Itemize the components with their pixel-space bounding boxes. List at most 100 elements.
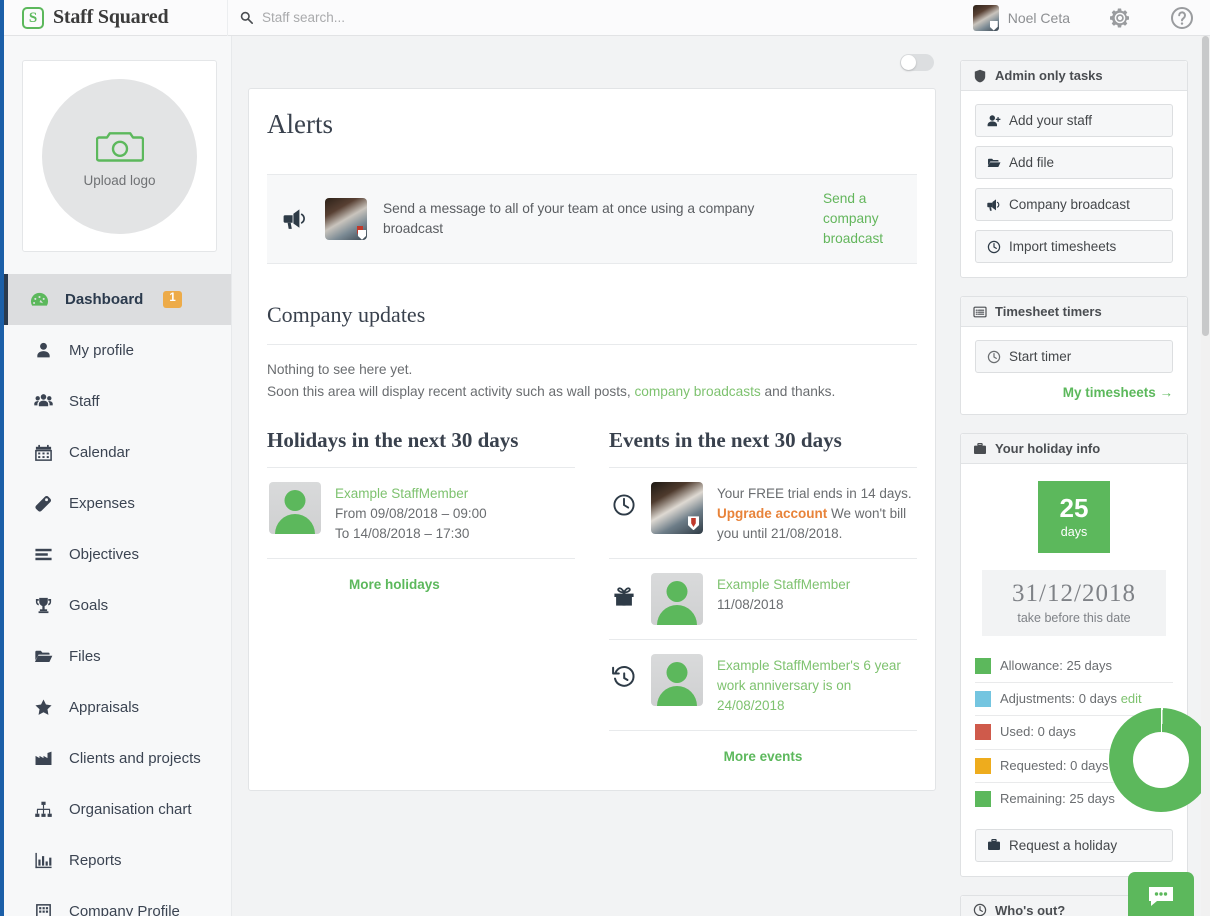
building-icon [34,902,53,916]
avatar [651,482,703,534]
more-holidays-link[interactable]: More holidays [267,558,575,596]
request-a-holiday-button[interactable]: Request a holiday [975,829,1173,862]
holiday-days-unit: days [1061,525,1087,539]
company-broadcasts-link[interactable]: company broadcasts [634,384,760,399]
add-your-staff-button[interactable]: Add your staff [975,104,1173,137]
event-item-text: Your FREE trial ends in 14 days. Upgrade… [717,482,915,544]
sidebar-item-calendar[interactable]: Calendar [4,427,231,478]
company-updates-title: Company updates [267,264,917,344]
add-file-button[interactable]: Add file [975,146,1173,179]
sidebar-item-files[interactable]: Files [4,631,231,682]
avatar [651,654,703,706]
legend-swatch [975,791,991,807]
top-bar: S Staff Squared Noel Ceta [0,0,1210,36]
star-icon [34,698,53,717]
dashboard-icon [30,290,49,309]
legend-swatch [975,658,991,674]
sidebar-item-my-profile[interactable]: My profile [4,325,231,376]
button-label: Company broadcast [1009,197,1130,212]
updates-line-1: Nothing to see here yet. [267,359,917,381]
receipt-icon [34,494,53,513]
scrollbar-thumb[interactable] [1202,36,1209,336]
alert-message: Send a message to all of your team at on… [383,199,807,239]
more-events-link[interactable]: More events [609,730,917,768]
sidebar-item-label: Company Profile [69,903,180,916]
dashboard-panel: Alerts Send a message to all of your tea… [248,88,936,791]
sidebar-item-label: Dashboard [65,291,143,308]
holidays-column: Holidays in the next 30 days Example Sta… [267,412,575,768]
import-timesheets-button[interactable]: Import timesheets [975,230,1173,263]
admin-only-tasks-body: Add your staff Add file Company broadcas… [961,91,1187,277]
main-content: Alerts Send a message to all of your tea… [232,36,952,916]
company-updates-body: Nothing to see here yet. Soon this area … [267,344,917,403]
my-timesheets-link[interactable]: My timesheets → [975,385,1173,400]
gear-icon[interactable] [1108,6,1132,30]
brand-logo[interactable]: S Staff Squared [0,0,228,36]
admin-only-tasks-header: Admin only tasks [961,61,1187,91]
sidebar-item-label: Appraisals [69,699,139,716]
sidebar-item-staff[interactable]: Staff [4,376,231,427]
sidebar-item-reports[interactable]: Reports [4,835,231,886]
start-timer-button[interactable]: Start timer [975,340,1173,373]
holidays-title: Holidays in the next 30 days [267,412,575,467]
card-title: Your holiday info [995,441,1100,456]
button-label: Add your staff [1009,113,1092,128]
holiday-to: To 14/08/2018 – 17:30 [335,526,469,541]
bar-chart-icon [34,851,53,870]
upgrade-account-link[interactable]: Upgrade account [717,506,827,521]
sidebar-item-expenses[interactable]: Expenses [4,478,231,529]
briefcase-icon [987,838,1001,852]
card-title: Timesheet timers [995,304,1102,319]
event-date: 11/08/2018 [717,597,784,612]
avatar [973,5,999,31]
browser-edge-stripe [0,0,4,916]
holiday-from: From 09/08/2018 – 09:00 [335,506,487,521]
legend-swatch [975,691,991,707]
holiday-deadline: 31/12/2018 take before this date [982,570,1166,636]
your-holiday-info-card: Your holiday info 25 days 31/12/2018 tak… [960,433,1188,877]
chat-widget-button[interactable] [1128,872,1194,916]
button-label: Request a holiday [1009,838,1117,853]
user-name: Noel Ceta [1008,10,1070,26]
upload-logo-card[interactable]: Upload logo [22,60,217,252]
gift-icon [611,583,637,609]
admin-only-tasks-card: Admin only tasks Add your staff Add file… [960,60,1188,278]
sidebar-item-clients-and-projects[interactable]: Clients and projects [4,733,231,784]
sitemap-icon [34,800,53,819]
holiday-days-badge: 25 days [1038,481,1110,553]
sidebar-item-company-profile[interactable]: Company Profile [4,886,231,916]
sidebar-item-objectives[interactable]: Objectives [4,529,231,580]
holiday-member-name[interactable]: Example StaffMember [335,486,468,501]
page-scrollbar[interactable] [1201,36,1210,916]
sidebar-item-appraisals[interactable]: Appraisals [4,682,231,733]
edit-adjustments-link[interactable]: edit [1121,691,1142,706]
sidebar-item-organisation-chart[interactable]: Organisation chart [4,784,231,835]
search-input[interactable] [262,3,582,33]
event-member-name[interactable]: Example StaffMember [717,577,850,592]
holiday-donut-chart [1109,708,1210,812]
updates-line-2: Soon this area will display recent activ… [267,381,917,403]
user-menu[interactable]: Noel Ceta [973,5,1070,31]
your-holiday-info-body: 25 days 31/12/2018 take before this date… [961,464,1187,876]
sidebar-item-label: Staff [69,393,100,410]
timesheet-timers-header: Timesheet timers [961,297,1187,327]
sidebar-item-label: Calendar [69,444,130,461]
send-company-broadcast-link[interactable]: Send a company broadcast [823,189,901,249]
sidebar-item-goals[interactable]: Goals [4,580,231,631]
view-toggle-switch[interactable] [900,54,934,71]
sidebar-item-label: Reports [69,852,122,869]
timesheet-timers-body: Start timer My timesheets → [961,327,1187,414]
sidebar-item-dashboard[interactable]: Dashboard 1 [4,274,231,325]
toggle-knob [901,55,916,70]
search-bar[interactable] [240,0,582,36]
help-icon[interactable] [1170,6,1194,30]
sidebar-item-label: Organisation chart [69,801,192,818]
avatar [651,573,703,625]
holiday-deadline-sub: take before this date [986,611,1162,625]
toggle-row [232,36,952,88]
legend-label: Adjustments: 0 days edit [1000,690,1142,708]
company-broadcast-button[interactable]: Company broadcast [975,188,1173,221]
event-member-name[interactable]: Example StaffMember's 6 year work annive… [717,658,901,713]
upload-logo-circle[interactable]: Upload logo [42,79,197,234]
event-item-text: Example StaffMember's 6 year work annive… [717,654,915,716]
